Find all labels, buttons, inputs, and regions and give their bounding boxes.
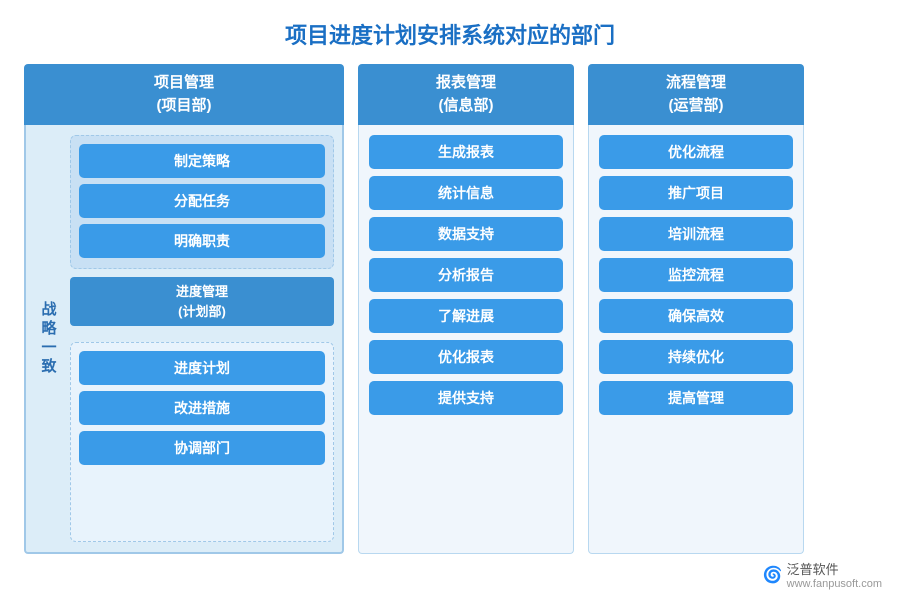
mid-btn-5[interactable]: 优化报表: [369, 340, 563, 374]
right-col-body: 优化流程 推广项目 培训流程 监控流程 确保高效 持续优化 提高管理: [588, 125, 804, 554]
main-content: 项目管理 (项目部) 战略一致 制定策略 分配任务 明确职责 进度管理 (计划部…: [0, 64, 900, 554]
btn-fp[interactable]: 分配任务: [79, 184, 325, 218]
mid-column: 报表管理 (信息部) 生成报表 统计信息 数据支持 分析报告 了解进展 优化报表…: [358, 64, 574, 554]
upper-section-block: 制定策略 分配任务 明确职责: [70, 135, 334, 269]
page-title: 项目进度计划安排系统对应的部门: [0, 0, 900, 64]
mid-btn-0[interactable]: 生成报表: [369, 135, 563, 169]
btn-jd[interactable]: 进度计划: [79, 351, 325, 385]
upper-btn-list: 制定策略 分配任务 明确职责: [79, 144, 325, 258]
strategy-label: 战略一致: [34, 135, 62, 542]
right-column: 流程管理 (运营部) 优化流程 推广项目 培训流程 监控流程 确保高效 持续优化…: [588, 64, 804, 554]
mid-btn-2[interactable]: 数据支持: [369, 217, 563, 251]
mid-col-header: 报表管理 (信息部): [358, 64, 574, 125]
watermark-logo-icon: 🌀: [763, 565, 783, 585]
right-btn-6[interactable]: 提高管理: [599, 381, 793, 415]
mid-col-body: 生成报表 统计信息 数据支持 分析报告 了解进展 优化报表 提供支持: [358, 125, 574, 554]
right-btn-3[interactable]: 监控流程: [599, 258, 793, 292]
left-col-body: 战略一致 制定策略 分配任务 明确职责 进度管理 (计划部): [24, 125, 344, 554]
left-sections: 制定策略 分配任务 明确职责 进度管理 (计划部) 进度计划 改进措施 协调部门: [70, 135, 334, 542]
btn-zd[interactable]: 制定策略: [79, 144, 325, 178]
watermark: 🌀 泛普软件 www.fanpusoft.com: [763, 559, 882, 590]
btn-xb[interactable]: 协调部门: [79, 431, 325, 465]
lower-btn-list: 进度计划 改进措施 协调部门: [79, 351, 325, 465]
right-btn-5[interactable]: 持续优化: [599, 340, 793, 374]
mid-btn-6[interactable]: 提供支持: [369, 381, 563, 415]
mid-btn-1[interactable]: 统计信息: [369, 176, 563, 210]
right-btn-1[interactable]: 推广项目: [599, 176, 793, 210]
watermark-text: 泛普软件 www.fanpusoft.com: [787, 559, 882, 590]
right-col-header: 流程管理 (运营部): [588, 64, 804, 125]
mid-btn-4[interactable]: 了解进展: [369, 299, 563, 333]
btn-mq[interactable]: 明确职责: [79, 224, 325, 258]
left-col-header: 项目管理 (项目部): [24, 64, 344, 125]
left-column: 项目管理 (项目部) 战略一致 制定策略 分配任务 明确职责 进度管理 (计划部…: [24, 64, 344, 554]
right-btn-2[interactable]: 培训流程: [599, 217, 793, 251]
right-btn-4[interactable]: 确保高效: [599, 299, 793, 333]
right-btn-0[interactable]: 优化流程: [599, 135, 793, 169]
mid-btn-3[interactable]: 分析报告: [369, 258, 563, 292]
btn-gj[interactable]: 改进措施: [79, 391, 325, 425]
lower-section-block: 进度计划 改进措施 协调部门: [70, 342, 334, 542]
section-sub-header: 进度管理 (计划部): [70, 277, 334, 326]
